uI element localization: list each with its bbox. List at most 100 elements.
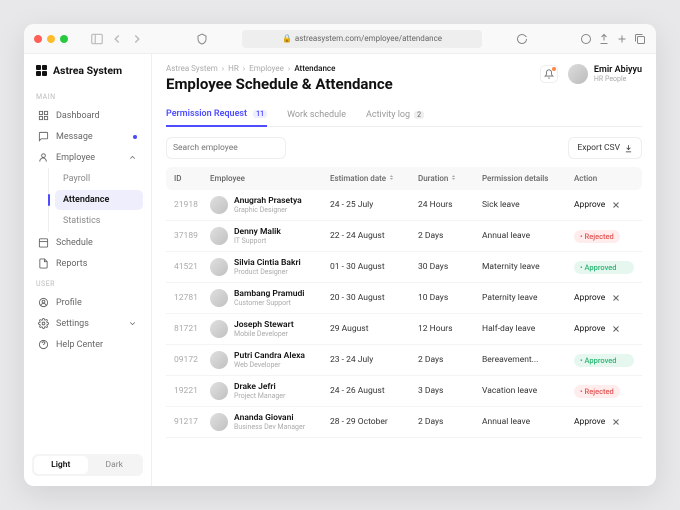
forward-icon[interactable]: [130, 32, 144, 46]
col-estimation[interactable]: Estimation date: [330, 174, 418, 183]
sidebar-item-schedule[interactable]: Schedule: [32, 232, 143, 253]
sidebar-item-message[interactable]: Message: [32, 126, 143, 147]
sidebar-item-payroll[interactable]: Payroll: [55, 169, 143, 189]
maximize-window[interactable]: [60, 35, 68, 43]
search-box: [166, 137, 286, 159]
upload-icon[interactable]: [598, 33, 610, 45]
sidebar-label: Profile: [56, 298, 82, 308]
cell-duration: 10 Days: [418, 293, 482, 303]
sidebar-item-attendance[interactable]: Attendance: [55, 190, 143, 210]
sidebar-item-help[interactable]: Help Center: [32, 334, 143, 355]
approve-button[interactable]: Approve: [574, 293, 605, 303]
approve-button[interactable]: Approve: [574, 200, 605, 210]
employee-role: Customer Support: [234, 299, 304, 307]
sidebar-label: Help Center: [56, 340, 103, 350]
theme-dark[interactable]: Dark: [88, 456, 142, 474]
status-rejected: • Rejected: [574, 230, 620, 243]
export-csv-button[interactable]: Export CSV: [568, 137, 642, 159]
close-window[interactable]: [34, 35, 42, 43]
employee-avatar: [210, 413, 228, 431]
tabs: Permission Request 11 Work schedule Acti…: [166, 103, 642, 127]
reject-icon[interactable]: [611, 417, 621, 427]
brand[interactable]: Astrea System: [32, 64, 143, 77]
table-row: 81721Joseph StewartMobile Developer29 Au…: [166, 314, 642, 345]
cell-id: 41521: [174, 262, 210, 272]
cell-estimation: 24 - 25 July: [330, 200, 418, 210]
download-icon: [624, 144, 633, 153]
col-id[interactable]: ID: [174, 174, 210, 183]
approve-button[interactable]: Approve: [574, 324, 605, 334]
sidebar-item-profile[interactable]: Profile: [32, 292, 143, 313]
cell-employee: Drake JefriProject Manager: [210, 382, 330, 400]
profile-icon: [38, 297, 49, 308]
chevron-up-icon: [128, 153, 137, 162]
tab-permission-request[interactable]: Permission Request 11: [166, 103, 267, 127]
tab-activity-log[interactable]: Activity log 2: [366, 103, 424, 126]
table-row: 19221Drake JefriProject Manager24 - 26 A…: [166, 376, 642, 407]
cell-duration: 24 Hours: [418, 200, 482, 210]
table-row: 21918Anugrah PrasetyaGraphic Designer24 …: [166, 190, 642, 221]
approve-button[interactable]: Approve: [574, 417, 605, 427]
sidebar-label: Dashboard: [56, 111, 100, 121]
unread-dot-icon: [133, 135, 137, 139]
cell-id: 19221: [174, 386, 210, 396]
cell-details: Sick leave: [482, 200, 574, 210]
employee-name: Drake Jefri: [234, 382, 285, 392]
reject-icon[interactable]: [611, 324, 621, 334]
theme-light[interactable]: Light: [34, 456, 88, 474]
sidebar-label: Schedule: [56, 238, 93, 248]
notifications-button[interactable]: [540, 65, 558, 83]
employee-role: Web Developer: [234, 361, 305, 369]
sidebar-item-employee[interactable]: Employee: [32, 147, 143, 168]
status-approved: • Approved: [574, 354, 634, 367]
employee-name: Denny Malik: [234, 227, 281, 237]
crumb[interactable]: HR: [228, 64, 239, 73]
table-header: ID Employee Estimation date Duration Per…: [166, 167, 642, 190]
sidebar-item-statistics[interactable]: Statistics: [55, 211, 143, 231]
table-row: 41521Silvia Cintia BakriProduct Designer…: [166, 252, 642, 283]
col-details[interactable]: Permission details: [482, 174, 574, 183]
user-menu[interactable]: Emir Abiyyu HR People: [568, 64, 642, 84]
search-input[interactable]: [173, 143, 284, 153]
share-icon[interactable]: [580, 33, 592, 45]
back-icon[interactable]: [110, 32, 124, 46]
cell-details: Bereavement...: [482, 355, 574, 365]
employee-icon: [38, 152, 49, 163]
tab-badge: 11: [253, 110, 267, 118]
col-duration[interactable]: Duration: [418, 174, 482, 183]
avatar: [568, 64, 588, 84]
employee-role: IT Support: [234, 237, 281, 245]
sidebar-label: Message: [56, 132, 93, 142]
sidebar-toggle-icon[interactable]: [90, 32, 104, 46]
cell-details: Vacation leave: [482, 386, 574, 396]
status-rejected: • Rejected: [574, 385, 620, 398]
cell-duration: 12 Hours: [418, 324, 482, 334]
cell-details: Maternity leave: [482, 262, 574, 272]
app-body: Astrea System MAIN Dashboard Message Emp…: [24, 54, 656, 486]
cell-details: Paternity leave: [482, 293, 574, 303]
reject-icon[interactable]: [611, 293, 621, 303]
reject-icon[interactable]: [611, 200, 621, 210]
plus-icon[interactable]: [616, 33, 628, 45]
employee-name: Anugrah Prasetya: [234, 196, 302, 206]
url-text: astreasystem.com/employee/attendance: [295, 34, 442, 43]
crumb[interactable]: Astrea System: [166, 64, 218, 73]
cell-duration: 2 Days: [418, 355, 482, 365]
tab-work-schedule[interactable]: Work schedule: [287, 103, 346, 126]
tab-label: Activity log: [366, 110, 410, 120]
reload-icon[interactable]: [516, 33, 528, 45]
sidebar-item-settings[interactable]: Settings: [32, 313, 143, 334]
cell-employee: Denny MalikIT Support: [210, 227, 330, 245]
sidebar-item-reports[interactable]: Reports: [32, 253, 143, 274]
employee-role: Mobile Developer: [234, 330, 294, 338]
address-bar[interactable]: 🔒 astreasystem.com/employee/attendance: [242, 30, 482, 48]
minimize-window[interactable]: [47, 35, 55, 43]
table-row: 91217Ananda GiovaniBusiness Dev Manager2…: [166, 407, 642, 438]
col-employee[interactable]: Employee: [210, 174, 330, 183]
crumb[interactable]: Employee: [249, 64, 284, 73]
employee-name: Silvia Cintia Bakri: [234, 258, 301, 268]
tabs-icon[interactable]: [634, 33, 646, 45]
sidebar-item-dashboard[interactable]: Dashboard: [32, 105, 143, 126]
export-label: Export CSV: [577, 143, 620, 153]
cell-action: • Approved: [574, 261, 634, 274]
